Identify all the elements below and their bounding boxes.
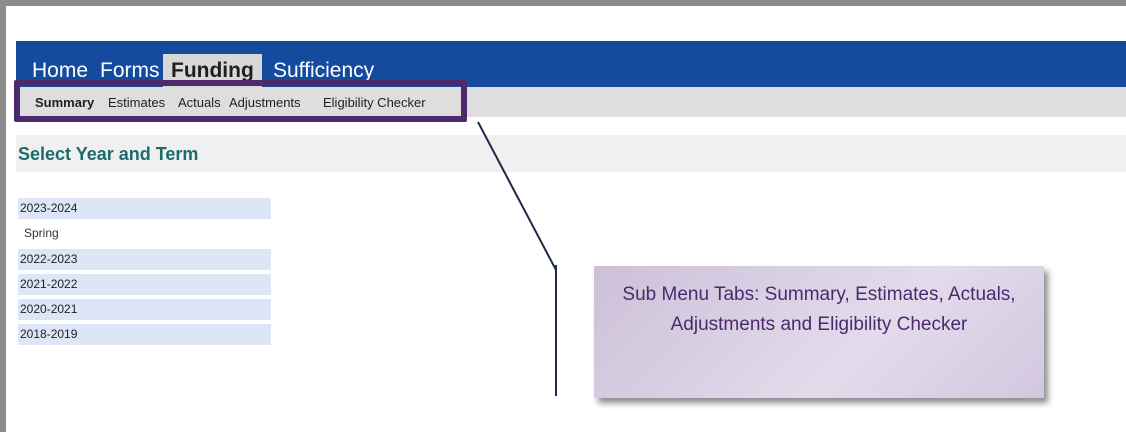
callout-pointer-line [477, 121, 557, 271]
callout-text: Sub Menu Tabs: Summary, Estimates, Actua… [622, 284, 1016, 335]
annotation-callout: Sub Menu Tabs: Summary, Estimates, Actua… [594, 266, 1044, 398]
